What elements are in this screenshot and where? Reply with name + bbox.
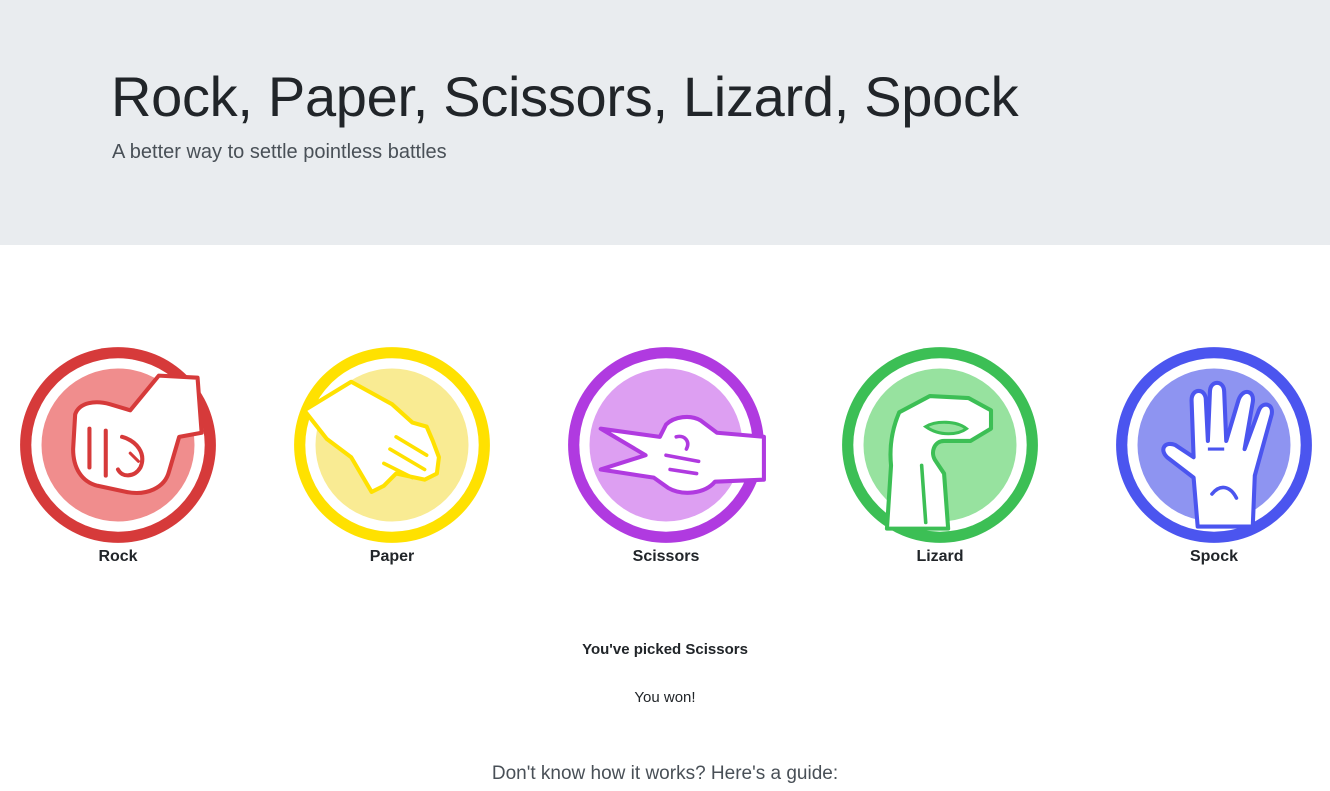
choice-label-lizard: Lizard [916,548,964,565]
choice-label-spock: Spock [1189,548,1238,565]
paper-hand-icon [294,347,490,543]
lizard-hand-icon [842,347,1038,543]
header-banner: Rock, Paper, Scissors, Lizard, Spock A b… [0,0,1330,245]
choice-label-rock: Rock [98,548,138,565]
choice-lizard[interactable]: Lizard [838,343,1042,573]
choice-scissors[interactable]: Scissors [564,343,768,573]
scissors-hand-icon [568,347,766,543]
page-subtitle: A better way to settle pointless battles [112,141,447,163]
choice-label-paper: Paper [369,548,415,565]
rock-fist-icon [20,347,216,543]
choice-rock[interactable]: Rock [16,343,220,573]
picked-choice-text: You've picked Scissors [582,641,748,658]
game-result-text: You won! [634,689,696,706]
guide-heading: Don't know how it works? Here's a guide: [491,763,839,784]
choice-spock[interactable]: Spock [1112,343,1316,573]
page-title: Rock, Paper, Scissors, Lizard, Spock [111,65,1019,128]
choice-paper[interactable]: Paper [290,343,494,573]
spock-hand-icon [1116,347,1312,543]
choice-label-scissors: Scissors [632,548,700,565]
